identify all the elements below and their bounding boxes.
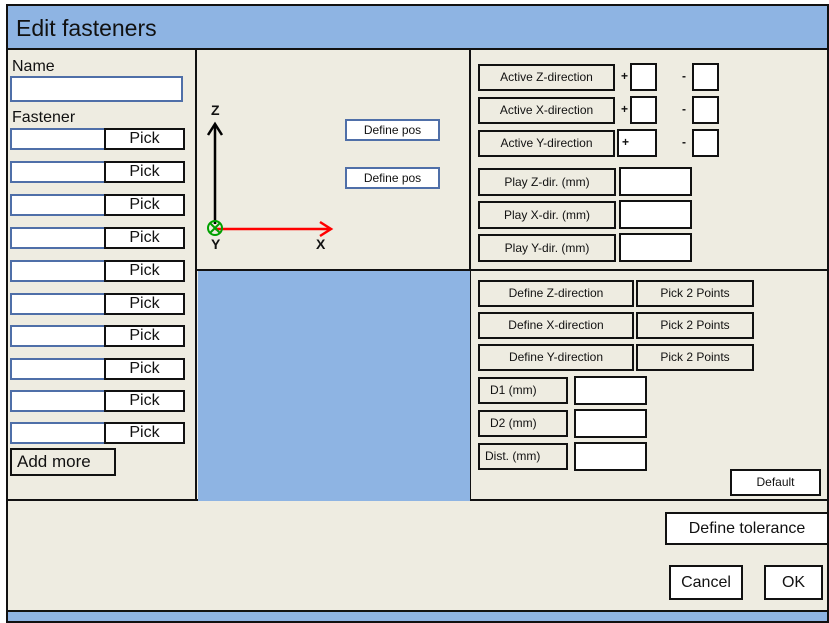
pick-button[interactable]: Pick [104, 390, 185, 412]
axis-diagram [206, 121, 334, 238]
fastener-input[interactable] [10, 422, 110, 444]
define-y-direction-button[interactable]: Define Y-direction [478, 344, 634, 371]
status-bar [8, 610, 827, 621]
fastener-input[interactable] [10, 194, 110, 216]
d1-input[interactable] [574, 376, 647, 405]
fastener-input[interactable] [10, 128, 110, 150]
active-y-minus-checkbox[interactable] [692, 129, 719, 157]
cancel-button[interactable]: Cancel [669, 565, 743, 600]
play-y-input[interactable] [619, 233, 692, 262]
dist-label-button: Dist. (mm) [478, 443, 568, 470]
fastener-input[interactable] [10, 161, 110, 183]
fastener-row: Pick [10, 260, 185, 282]
play-z-button[interactable]: Play Z-dir. (mm) [478, 168, 616, 196]
define-pos-button[interactable]: Define pos [345, 167, 440, 189]
fastener-input[interactable] [10, 227, 110, 249]
plus-sign: + [622, 135, 630, 149]
fastener-row: Pick [10, 390, 185, 412]
title-bar: Edit fasteners [8, 6, 827, 50]
pick-button[interactable]: Pick [104, 194, 185, 216]
plus-sign: + [621, 69, 629, 83]
fastener-input[interactable] [10, 390, 110, 412]
preview-pane [198, 271, 470, 501]
fastener-input[interactable] [10, 325, 110, 347]
define-pos-button[interactable]: Define pos [345, 119, 440, 141]
play-y-button[interactable]: Play Y-dir. (mm) [478, 234, 616, 262]
active-x-minus-checkbox[interactable] [692, 96, 719, 124]
pick-2-points-button[interactable]: Pick 2 Points [636, 344, 754, 371]
plus-sign: + [621, 102, 629, 116]
play-x-input[interactable] [619, 200, 692, 229]
pick-button[interactable]: Pick [104, 358, 185, 380]
fastener-row: Pick [10, 422, 185, 444]
fastener-label: Fastener [12, 109, 76, 126]
add-more-button[interactable]: Add more [10, 448, 116, 476]
fastener-input[interactable] [10, 358, 110, 380]
d2-label-button: D2 (mm) [478, 410, 568, 437]
minus-sign: - [682, 135, 686, 149]
fastener-row: Pick [10, 358, 185, 380]
pick-button[interactable]: Pick [104, 260, 185, 282]
ok-button[interactable]: OK [764, 565, 823, 600]
active-z-direction-button[interactable]: Active Z-direction [478, 64, 615, 91]
fastener-row: Pick [10, 227, 185, 249]
fastener-row: Pick [10, 293, 185, 315]
active-y-direction-button[interactable]: Active Y-direction [478, 130, 615, 157]
fastener-row: Pick [10, 194, 185, 216]
active-z-plus-checkbox[interactable] [630, 63, 657, 91]
dist-input[interactable] [574, 442, 647, 471]
edit-fasteners-window: Edit fasteners Name Fastener Pick Pick P… [6, 4, 829, 623]
name-label: Name [12, 58, 55, 75]
pick-2-points-button[interactable]: Pick 2 Points [636, 312, 754, 339]
define-tolerance-button[interactable]: Define tolerance [665, 512, 827, 545]
d1-label-button: D1 (mm) [478, 377, 568, 404]
pick-button[interactable]: Pick [104, 325, 185, 347]
active-x-direction-button[interactable]: Active X-direction [478, 97, 615, 124]
define-x-direction-button[interactable]: Define X-direction [478, 312, 634, 339]
fastener-row: Pick [10, 325, 185, 347]
define-z-direction-button[interactable]: Define Z-direction [478, 280, 634, 307]
pick-button[interactable]: Pick [104, 161, 185, 183]
window-title: Edit fasteners [16, 15, 157, 41]
minus-sign: - [682, 102, 686, 116]
play-x-button[interactable]: Play X-dir. (mm) [478, 201, 616, 229]
minus-sign: - [682, 69, 686, 83]
x-axis-label: X [316, 236, 326, 252]
fastener-input[interactable] [10, 293, 110, 315]
y-axis-label: Y [211, 236, 221, 252]
play-z-input[interactable] [619, 167, 692, 196]
active-x-plus-checkbox[interactable] [630, 96, 657, 124]
fastener-row: Pick [10, 161, 185, 183]
active-z-minus-checkbox[interactable] [692, 63, 719, 91]
default-button[interactable]: Default [730, 469, 821, 496]
pick-button[interactable]: Pick [104, 293, 185, 315]
name-input[interactable] [10, 76, 183, 102]
pick-button[interactable]: Pick [104, 128, 185, 150]
z-axis-label: Z [211, 102, 220, 118]
d2-input[interactable] [574, 409, 647, 438]
pick-button[interactable]: Pick [104, 422, 185, 444]
pick-2-points-button[interactable]: Pick 2 Points [636, 280, 754, 307]
active-y-plus-box[interactable]: + [617, 129, 657, 157]
fastener-input[interactable] [10, 260, 110, 282]
fastener-row: Pick [10, 128, 185, 150]
pick-button[interactable]: Pick [104, 227, 185, 249]
